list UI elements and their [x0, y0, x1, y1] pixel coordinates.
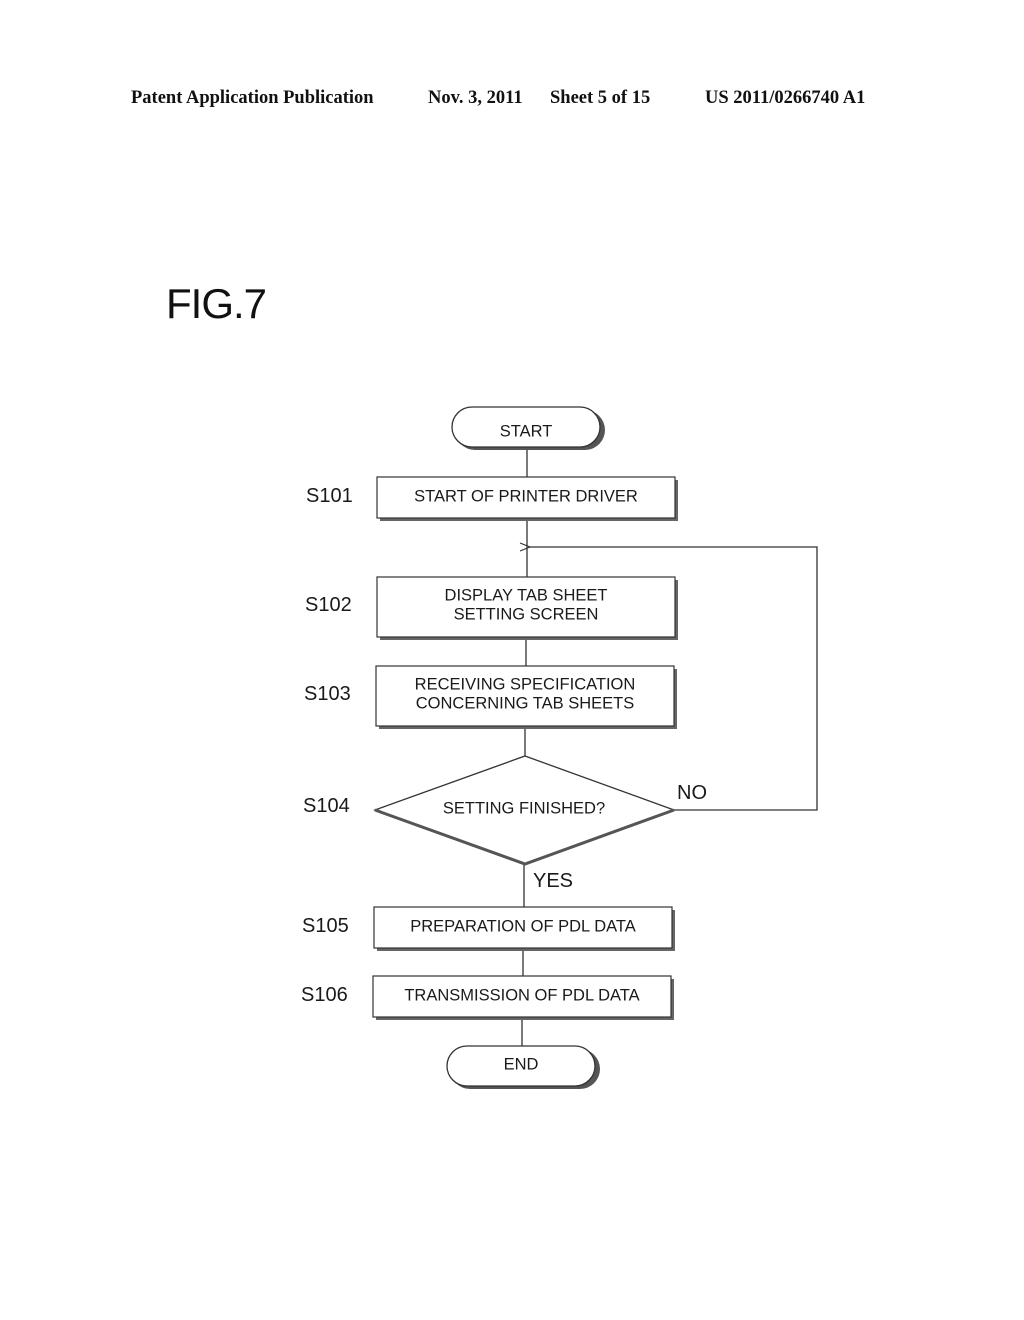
decision-no-label: NO [677, 782, 707, 804]
step-id-s101: S101 [306, 485, 353, 507]
step-s105: S105 PREPARATION OF PDL DATA [302, 906, 675, 951]
start-label: START [500, 422, 553, 440]
decision-text-s104: SETTING FINISHED? [443, 799, 605, 817]
step-id-s102: S102 [305, 594, 352, 616]
step-id-s106: S106 [301, 984, 348, 1006]
step-s104-decision: S104 SETTING FINISHED? NO YES [303, 755, 707, 892]
step-text-s101: START OF PRINTER DRIVER [414, 487, 638, 505]
connectors [522, 448, 818, 1047]
step-text-s102-line2: SETTING SCREEN [454, 605, 599, 623]
step-s106: S106 TRANSMISSION OF PDL DATA [301, 975, 674, 1020]
step-s103: S103 RECEIVING SPECIFICATION CONCERNING … [304, 665, 677, 729]
step-text-s103-line1: RECEIVING SPECIFICATION [415, 675, 636, 693]
step-text-s106: TRANSMISSION OF PDL DATA [404, 986, 639, 1004]
step-s102: S102 DISPLAY TAB SHEET SETTING SCREEN [305, 576, 678, 640]
step-s101: S101 START OF PRINTER DRIVER [306, 476, 678, 521]
step-text-s102-line1: DISPLAY TAB SHEET [445, 586, 608, 604]
end-label: END [504, 1055, 539, 1073]
step-id-s104: S104 [303, 795, 350, 817]
step-text-s105: PREPARATION OF PDL DATA [410, 917, 636, 935]
start-terminal: START [451, 406, 605, 450]
decision-yes-label: YES [533, 870, 573, 892]
step-id-s103: S103 [304, 683, 351, 705]
step-text-s103-line2: CONCERNING TAB SHEETS [416, 694, 635, 712]
flowchart: START S101 START OF PRINTER DRIVER S102 … [301, 406, 818, 1089]
step-id-s105: S105 [302, 915, 349, 937]
end-terminal: END [446, 1045, 600, 1089]
